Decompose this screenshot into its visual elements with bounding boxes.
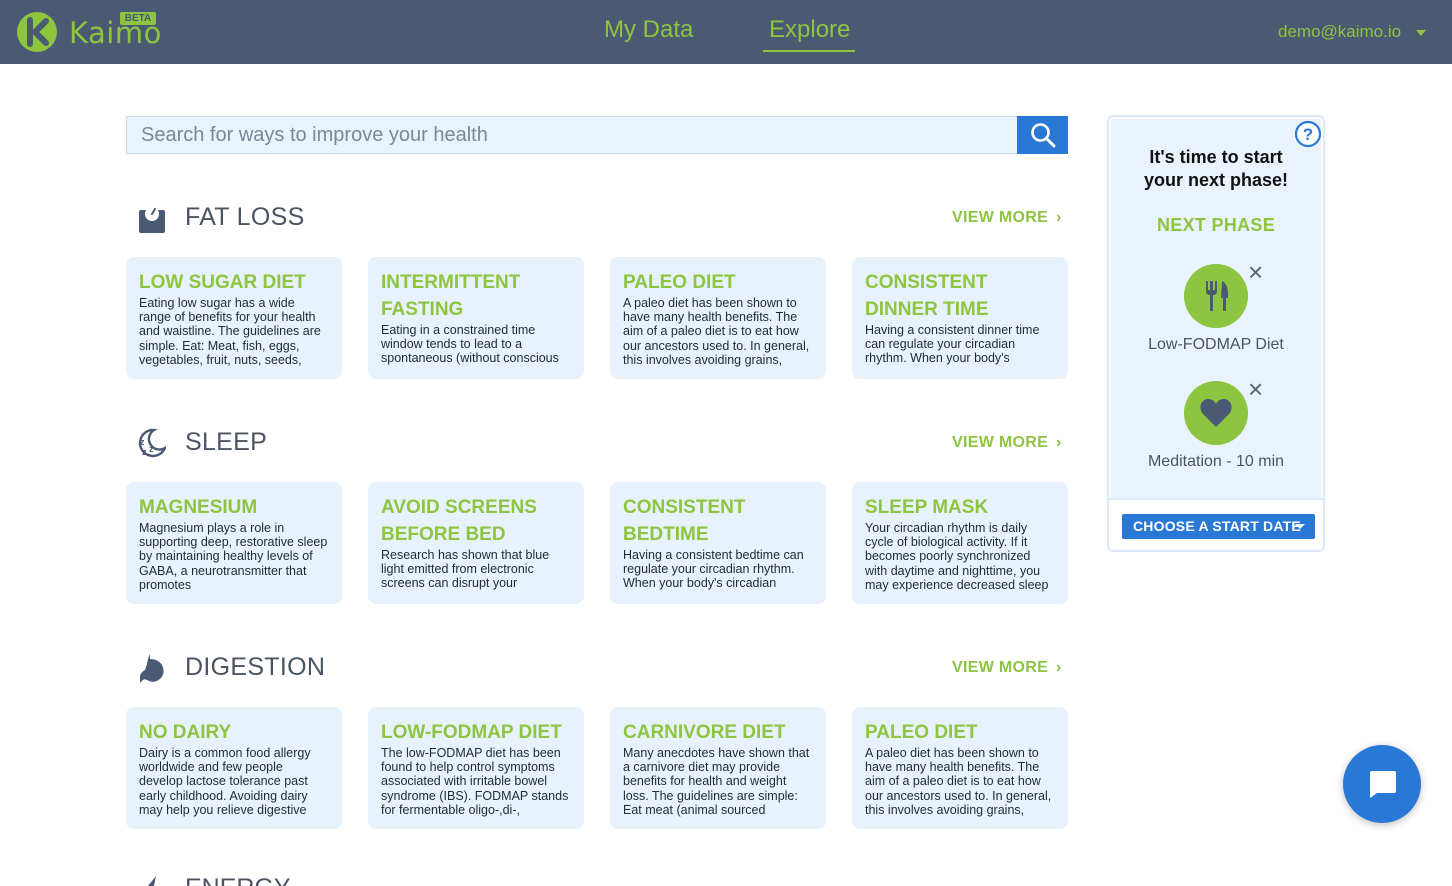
heart-icon (1200, 398, 1232, 427)
card-magnesium[interactable]: MAGNESIUM Magnesium plays a role in supp… (126, 482, 342, 604)
section-title-sleep: SLEEP (185, 428, 268, 456)
nav-my-data[interactable]: My Data (604, 16, 693, 44)
active-nav-indicator (763, 50, 855, 52)
choose-start-date-button[interactable]: CHOOSE A START DATE (1122, 514, 1315, 539)
remove-phase-item-button[interactable]: × (1248, 376, 1263, 402)
beta-badge: BETA (120, 12, 156, 25)
phase-item-icon-badge (1184, 381, 1248, 445)
section-title-energy: ENERGY (185, 874, 291, 886)
card-paleo-diet[interactable]: PALEO DIET A paleo diet has been shown t… (610, 257, 826, 379)
panel-heading-line-1: It's time to start (1149, 147, 1283, 167)
sleep-icon: z z z (138, 428, 166, 458)
svg-text:?: ? (1303, 125, 1313, 144)
card-description: A paleo diet has been shown to have many… (865, 746, 1052, 817)
view-more-label: VIEW MORE (952, 434, 1049, 451)
energy-icon (148, 876, 156, 886)
user-menu[interactable]: demo@kaimo.io (1278, 22, 1401, 42)
card-description: Dairy is a common food allergy worldwide… (139, 746, 311, 817)
view-more-label: VIEW MORE (952, 659, 1049, 676)
card-title: PALEO DIET (623, 272, 736, 293)
chat-launcher-button[interactable] (1343, 745, 1421, 823)
card-title: CONSISTENT DINNER TIME (865, 272, 989, 320)
chat-icon (1370, 771, 1396, 798)
scale-icon (139, 207, 165, 233)
search-field (126, 116, 1018, 154)
svg-text:z: z (140, 437, 145, 447)
panel-heading: It's time to start your next phase! (1117, 146, 1315, 192)
card-description: Having a consistent dinner time can regu… (865, 323, 1040, 366)
search-input[interactable] (127, 117, 1018, 153)
stomach-icon (140, 654, 164, 683)
fork-knife-icon (1206, 281, 1228, 311)
card-avoid-screens-before-bed[interactable]: AVOID SCREENS BEFORE BED Research has sh… (368, 482, 584, 604)
view-more-sleep[interactable]: VIEW MORE › (952, 434, 1062, 452)
card-title: CARNIVORE DIET (623, 722, 786, 743)
remove-phase-item-button[interactable]: × (1248, 259, 1263, 285)
chevron-down-icon (1295, 524, 1305, 529)
card-no-dairy[interactable]: NO DAIRY Dairy is a common food allergy … (126, 707, 342, 829)
card-carnivore-diet[interactable]: CARNIVORE DIET Many anecdotes have shown… (610, 707, 826, 829)
section-title-digestion: DIGESTION (185, 653, 326, 681)
kaimo-logo-icon[interactable] (16, 11, 58, 53)
chevron-down-icon[interactable] (1416, 30, 1426, 36)
view-more-label: VIEW MORE (952, 209, 1049, 226)
panel-divider (1109, 498, 1323, 500)
card-title: PALEO DIET (865, 722, 978, 743)
card-description: Magnesium plays a role in supporting dee… (139, 521, 328, 592)
card-title: MAGNESIUM (139, 497, 258, 518)
card-description: Your circadian rhythm is daily cycle of … (865, 521, 1049, 592)
search-icon (1031, 123, 1056, 148)
card-description: A paleo diet has been shown to have many… (623, 296, 810, 367)
view-more-digestion[interactable]: VIEW MORE › (952, 659, 1062, 677)
card-title: NO DAIRY (139, 722, 232, 743)
card-low-sugar-diet[interactable]: LOW SUGAR DIET Eating low sugar has a wi… (126, 257, 342, 379)
card-intermittent-fasting[interactable]: INTERMITTENT FASTING Eating in a constra… (368, 257, 584, 379)
card-title: LOW-FODMAP DIET (381, 722, 562, 743)
card-description: Research has shown that blue light emitt… (381, 548, 550, 591)
next-phase-label: NEXT PHASE (1156, 215, 1276, 235)
card-description: Many anecdotes have shown that a carnivo… (623, 746, 810, 817)
card-title: LOW SUGAR DIET (139, 272, 306, 293)
choose-start-date-label: CHOOSE A START DATE (1133, 518, 1301, 534)
card-title: INTERMITTENT FASTING (381, 272, 521, 320)
card-description: Eating in a constrained time window tend… (381, 323, 559, 366)
section-title-fat-loss: FAT LOSS (185, 203, 305, 231)
card-description: Having a consistent bedtime can regulate… (623, 548, 804, 591)
help-icon[interactable]: ? (1294, 120, 1322, 148)
svg-text:z: z (149, 444, 154, 454)
chevron-right-icon: › (1056, 659, 1062, 676)
top-nav-bar: Kaimo BETA My Data Explore demo@kaimo.io (0, 0, 1452, 64)
nav-explore[interactable]: Explore (769, 16, 850, 44)
svg-text:z: z (142, 447, 147, 457)
card-paleo-diet-digestion[interactable]: PALEO DIET A paleo diet has been shown t… (852, 707, 1068, 829)
card-consistent-dinner-time[interactable]: CONSISTENT DINNER TIME Having a consiste… (852, 257, 1068, 379)
card-title: AVOID SCREENS BEFORE BED (381, 497, 537, 545)
view-more-fat-loss[interactable]: VIEW MORE › (952, 209, 1062, 227)
search-button[interactable] (1017, 116, 1068, 154)
card-low-fodmap-diet[interactable]: LOW-FODMAP DIET The low-FODMAP diet has … (368, 707, 584, 829)
card-title: CONSISTENT BEDTIME (623, 497, 746, 545)
phase-item-label: Low-FODMAP Diet (1148, 336, 1284, 353)
card-description: Eating low sugar has a wide range of ben… (139, 296, 321, 367)
card-sleep-mask[interactable]: SLEEP MASK Your circadian rhythm is dail… (852, 482, 1068, 604)
phase-item-label: Meditation - 10 min (1147, 453, 1285, 470)
card-description: The low-FODMAP diet has been found to he… (381, 746, 569, 817)
card-consistent-bedtime[interactable]: CONSISTENT BEDTIME Having a consistent b… (610, 482, 826, 604)
card-title: SLEEP MASK (865, 497, 989, 518)
phase-item-icon-badge (1184, 264, 1248, 328)
panel-heading-line-2: your next phase! (1143, 170, 1289, 190)
chevron-right-icon: › (1056, 209, 1062, 226)
chevron-right-icon: › (1056, 434, 1062, 451)
